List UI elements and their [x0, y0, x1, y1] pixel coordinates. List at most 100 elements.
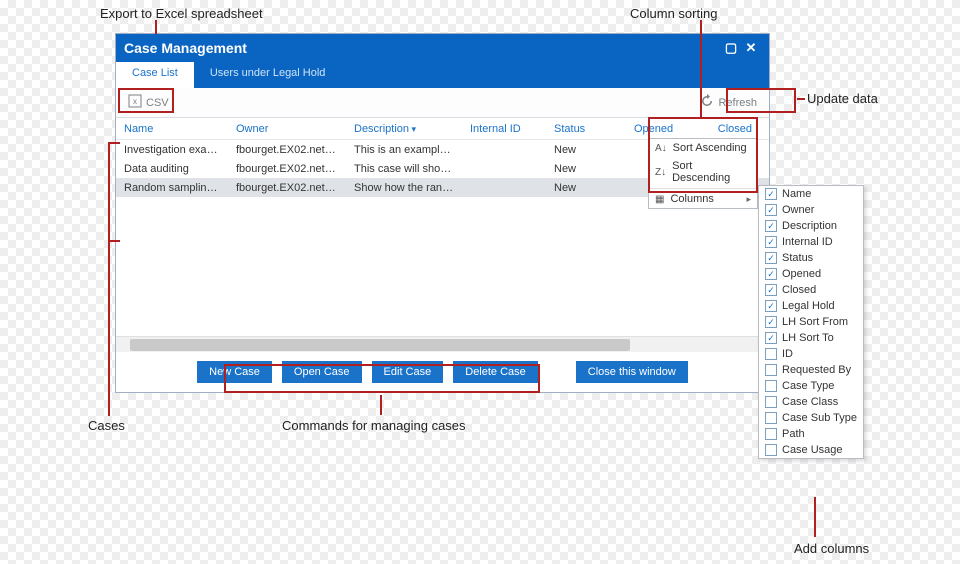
column-toggle-label: Legal Hold	[782, 300, 835, 312]
column-toggle-label: Case Type	[782, 380, 834, 392]
tab-case-list[interactable]: Case List	[116, 62, 194, 88]
titlebar: Case Management ▢ ✕	[116, 34, 769, 62]
checkbox-icon[interactable]	[765, 300, 777, 312]
column-toggle-label: Description	[782, 220, 837, 232]
case-management-window: Case Management ▢ ✕ Case List Users unde…	[115, 33, 770, 393]
column-toggle-item[interactable]: Requested By	[759, 362, 863, 378]
column-toggle-item[interactable]: Path	[759, 426, 863, 442]
column-toggle-label: Case Sub Type	[782, 412, 857, 424]
sort-asc-icon: A↓	[655, 143, 667, 154]
horizontal-scrollbar[interactable]	[116, 336, 769, 352]
svg-text:x: x	[133, 97, 137, 106]
checkbox-icon[interactable]	[765, 412, 777, 424]
window-title: Case Management	[124, 40, 247, 56]
chevron-right-icon: ▸	[746, 194, 751, 205]
column-toggle-item[interactable]: Legal Hold	[759, 298, 863, 314]
column-toggle-item[interactable]: Case Usage	[759, 442, 863, 458]
scrollbar-thumb[interactable]	[130, 339, 630, 351]
cell-owner: fbourget.EX02.netmailde...	[228, 144, 346, 156]
column-toggle-item[interactable]: Name	[759, 186, 863, 202]
column-toggle-label: Closed	[782, 284, 816, 296]
toolbar: x CSV Refresh	[116, 88, 769, 118]
tab-bar: Case List Users under Legal Hold	[116, 62, 769, 88]
checkbox-icon[interactable]	[765, 204, 777, 216]
menu-separator	[649, 188, 757, 189]
columns-submenu-item[interactable]: ▦ Columns ▸	[649, 190, 757, 208]
cell-desc: Show how the random s...	[346, 182, 462, 194]
cell-owner: fbourget.EX02.netmailde...	[228, 163, 346, 175]
col-name[interactable]: Name	[116, 123, 228, 135]
columns-icon: ▦	[655, 194, 664, 205]
column-toggle-item[interactable]: LH Sort To	[759, 330, 863, 346]
sort-ascending-item[interactable]: A↓ Sort Ascending	[649, 139, 757, 157]
checkbox-icon[interactable]	[765, 396, 777, 408]
column-toggle-label: ID	[782, 348, 793, 360]
checkbox-icon[interactable]	[765, 316, 777, 328]
open-case-button[interactable]: Open Case	[282, 361, 362, 383]
cell-name: Random sampling review	[116, 182, 228, 194]
checkbox-icon[interactable]	[765, 220, 777, 232]
column-toggle-item[interactable]: Opened	[759, 266, 863, 282]
cell-desc: This case will show how ...	[346, 163, 462, 175]
column-toggle-item[interactable]: Internal ID	[759, 234, 863, 250]
csv-label: CSV	[146, 97, 169, 109]
cell-desc: This is an example of ho...	[346, 144, 462, 156]
col-description[interactable]: Description	[346, 123, 462, 135]
refresh-icon	[700, 94, 714, 111]
sort-asc-label: Sort Ascending	[673, 142, 747, 154]
column-toggle-label: Name	[782, 188, 811, 200]
new-case-button[interactable]: New Case	[197, 361, 272, 383]
sort-desc-icon: Z↓	[655, 167, 666, 178]
sort-menu: A↓ Sort Ascending Z↓ Sort Descending ▦ C…	[648, 138, 758, 209]
csv-export-button[interactable]: x CSV	[122, 91, 175, 114]
column-toggle-label: Requested By	[782, 364, 851, 376]
minimize-icon[interactable]: ▢	[721, 40, 741, 56]
checkbox-icon[interactable]	[765, 252, 777, 264]
cell-status: New	[546, 182, 626, 194]
checkbox-icon[interactable]	[765, 364, 777, 376]
column-toggle-item[interactable]: Status	[759, 250, 863, 266]
column-toggle-label: Status	[782, 252, 813, 264]
column-toggle-item[interactable]: Description	[759, 218, 863, 234]
delete-case-button[interactable]: Delete Case	[453, 361, 538, 383]
footer-buttons: New Case Open Case Edit Case Delete Case…	[116, 352, 769, 392]
column-toggle-item[interactable]: Case Class	[759, 394, 863, 410]
column-toggle-item[interactable]: Case Sub Type	[759, 410, 863, 426]
annotation-addcols: Add columns	[794, 541, 869, 556]
column-toggle-label: Owner	[782, 204, 814, 216]
annotation-update: Update data	[807, 91, 878, 106]
checkbox-icon[interactable]	[765, 268, 777, 280]
sort-descending-item[interactable]: Z↓ Sort Descending	[649, 157, 757, 187]
checkbox-icon[interactable]	[765, 348, 777, 360]
checkbox-icon[interactable]	[765, 188, 777, 200]
column-toggle-item[interactable]: LH Sort From	[759, 314, 863, 330]
column-toggle-item[interactable]: Closed	[759, 282, 863, 298]
checkbox-icon[interactable]	[765, 284, 777, 296]
tab-users-legal-hold[interactable]: Users under Legal Hold	[194, 62, 342, 88]
column-toggle-item[interactable]: Owner	[759, 202, 863, 218]
cell-name: Data auditing	[116, 163, 228, 175]
column-toggle-label: LH Sort To	[782, 332, 834, 344]
column-toggle-item[interactable]: Case Type	[759, 378, 863, 394]
checkbox-icon[interactable]	[765, 380, 777, 392]
refresh-button[interactable]: Refresh	[694, 91, 763, 114]
checkbox-icon[interactable]	[765, 428, 777, 440]
col-owner[interactable]: Owner	[228, 123, 346, 135]
refresh-label: Refresh	[718, 97, 757, 109]
checkbox-icon[interactable]	[765, 236, 777, 248]
excel-icon: x	[128, 94, 142, 111]
close-icon[interactable]: ✕	[741, 40, 761, 56]
column-toggle-label: Case Usage	[782, 444, 843, 456]
col-opened[interactable]: Opened	[626, 123, 700, 135]
close-window-button[interactable]: Close this window	[576, 361, 688, 383]
column-toggle-item[interactable]: ID	[759, 346, 863, 362]
col-internal-id[interactable]: Internal ID	[462, 123, 546, 135]
checkbox-icon[interactable]	[765, 332, 777, 344]
cell-owner: fbourget.EX02.netmailde...	[228, 182, 346, 194]
column-toggle-label: LH Sort From	[782, 316, 848, 328]
column-toggle-label: Case Class	[782, 396, 838, 408]
col-status[interactable]: Status	[546, 123, 626, 135]
col-closed[interactable]: Closed	[700, 123, 760, 135]
edit-case-button[interactable]: Edit Case	[372, 361, 444, 383]
checkbox-icon[interactable]	[765, 444, 777, 456]
